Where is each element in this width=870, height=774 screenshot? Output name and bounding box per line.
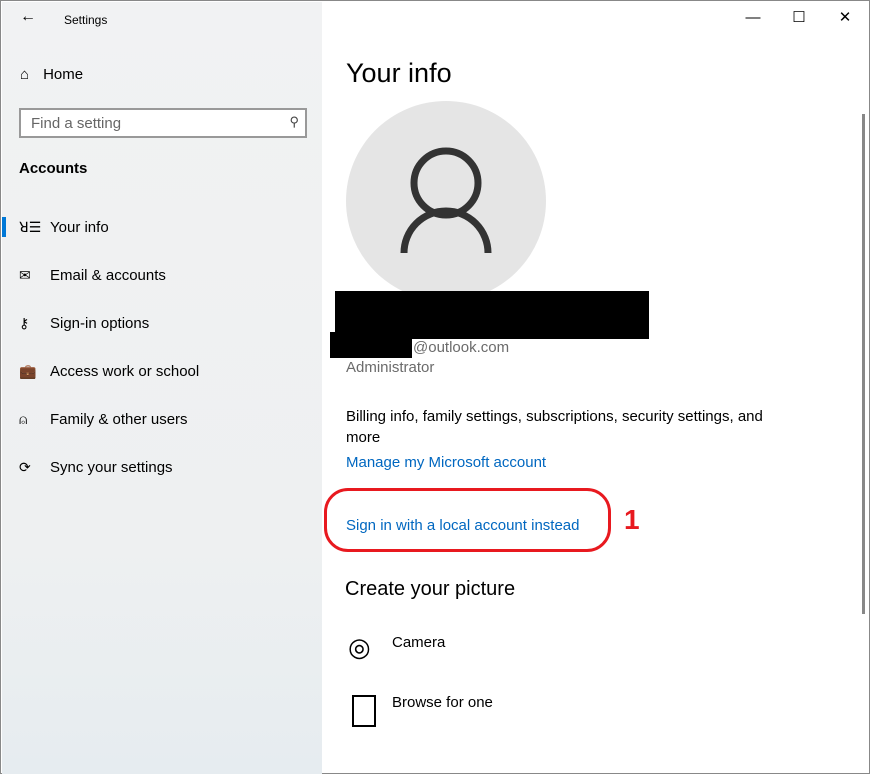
file-icon[interactable] (352, 695, 376, 727)
key-icon: ⚷ (19, 314, 30, 331)
camera-icon[interactable]: ◎ (348, 632, 371, 663)
sidebar-item-sign-in[interactable]: ⚷ Sign-in options (2, 299, 322, 347)
browse-option[interactable]: Browse for one (392, 694, 493, 711)
sidebar-item-family[interactable]: ⍝ Family & other users (2, 395, 322, 443)
sidebar-item-work[interactable]: 💼 Access work or school (2, 347, 322, 395)
sidebar: ← Settings ⌂ Home Find a setting ⚲ Account… (2, 2, 322, 774)
person-icon (400, 147, 492, 254)
settings-window: ← Settings ⌂ Home Find a setting ⚲ Account… (0, 0, 870, 774)
manage-account-link[interactable]: Manage my Microsoft account (346, 454, 546, 471)
back-button[interactable]: ← (20, 8, 36, 26)
email-suffix: @outlook.com (413, 339, 510, 356)
search-placeholder: Find a setting (31, 115, 122, 132)
person-add-icon: ⍝ (19, 410, 28, 427)
billing-text: Billing info, family settings, subscript… (346, 408, 763, 446)
content-pane: — ☐ ✕ Your info @outlook.com Administrat… (322, 2, 868, 772)
picture-heading: Create your picture (345, 578, 516, 600)
briefcase-icon: 💼 (19, 362, 37, 379)
page-title: Your info (346, 58, 452, 88)
account-role: Administrator (346, 359, 435, 376)
search-icon: ⚲ (289, 114, 299, 129)
maximize-button[interactable]: ☐ (776, 2, 822, 34)
local-account-link[interactable]: Sign in with a local account instead (346, 517, 579, 534)
redacted-email (330, 332, 412, 358)
sidebar-item-email[interactable]: ✉ Email & accounts (2, 251, 322, 299)
scrollbar[interactable] (862, 114, 865, 614)
sync-icon: ⟳ (19, 458, 31, 475)
sidebar-item-sync[interactable]: ⟳ Sync your settings (2, 443, 322, 491)
person-list-icon: ꓤ☰ (19, 218, 42, 235)
sidebar-item-your-info[interactable]: ꓤ☰ Your info (2, 203, 322, 251)
close-button[interactable]: ✕ (822, 2, 868, 34)
avatar (346, 101, 546, 301)
home-icon: ⌂ (20, 66, 30, 83)
selection-indicator (2, 217, 6, 237)
nav-label: Access work or school (50, 362, 200, 380)
nav-label: Sign-in options (50, 314, 150, 332)
nav-label: Email & accounts (50, 266, 166, 284)
nav-label: Your info (50, 218, 109, 236)
home-label: Home (43, 66, 84, 83)
nav-label: Sync your settings (50, 458, 173, 476)
mail-icon: ✉ (19, 266, 31, 283)
window-title: Settings (64, 13, 108, 27)
section-heading: Accounts (19, 160, 88, 177)
annotation-number: 1 (624, 504, 640, 535)
home-link[interactable]: ⌂ Home (20, 66, 83, 83)
camera-option[interactable]: Camera (392, 634, 445, 651)
search-input[interactable]: Find a setting ⚲ (19, 108, 307, 138)
nav-label: Family & other users (50, 410, 188, 428)
minimize-button[interactable]: — (730, 2, 776, 34)
